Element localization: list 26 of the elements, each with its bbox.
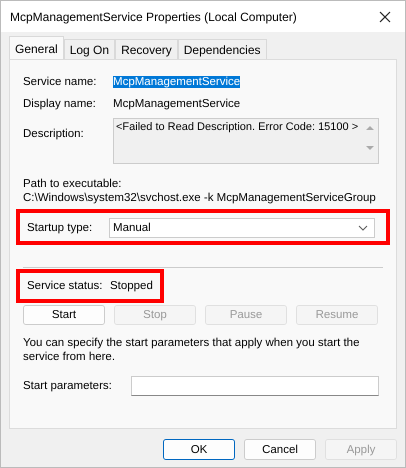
startup-type-dropdown[interactable]: Manual <box>109 218 375 238</box>
tab[interactable]: Log On <box>64 39 116 59</box>
field-label: Display name: <box>23 98 97 110</box>
field-label: Path to executable: <box>23 178 122 190</box>
close-icon[interactable] <box>379 10 391 22</box>
tab[interactable]: Dependencies <box>178 39 266 59</box>
hint-text: You can specify the start parameters that apply when you start the service from here. <box>23 336 360 364</box>
service-status-value: Stopped <box>110 280 153 292</box>
display-name-value: McpManagementService <box>113 98 240 110</box>
description-box[interactable]: <Failed to Read Description. Error Code: 15100 > <box>113 118 379 164</box>
chevron-down-icon <box>358 225 368 231</box>
field-label: Description: <box>23 128 85 140</box>
field-label: Start parameters: <box>23 380 113 392</box>
tab[interactable]: General <box>9 36 64 59</box>
path-value: C:\Windows\system32\svchost.exe -k McpManagementServiceGroup <box>23 192 377 204</box>
tab[interactable]: Recovery <box>115 39 178 59</box>
service-name-value: McpManagementService <box>113 76 240 88</box>
dialog-button[interactable]: Cancel <box>244 439 316 460</box>
field-label: Service status: <box>27 280 104 292</box>
field-label: Service name: <box>23 76 98 88</box>
window-title: McpManagementService Properties (Local Computer) <box>10 10 297 24</box>
dialog-button[interactable]: OK <box>163 439 235 460</box>
start-parameters-field[interactable] <box>131 376 379 396</box>
service-control-button[interactable]: Start <box>23 305 105 325</box>
field-label: Startup type: <box>27 222 94 234</box>
scrollbar-arrows-icon <box>366 125 374 151</box>
